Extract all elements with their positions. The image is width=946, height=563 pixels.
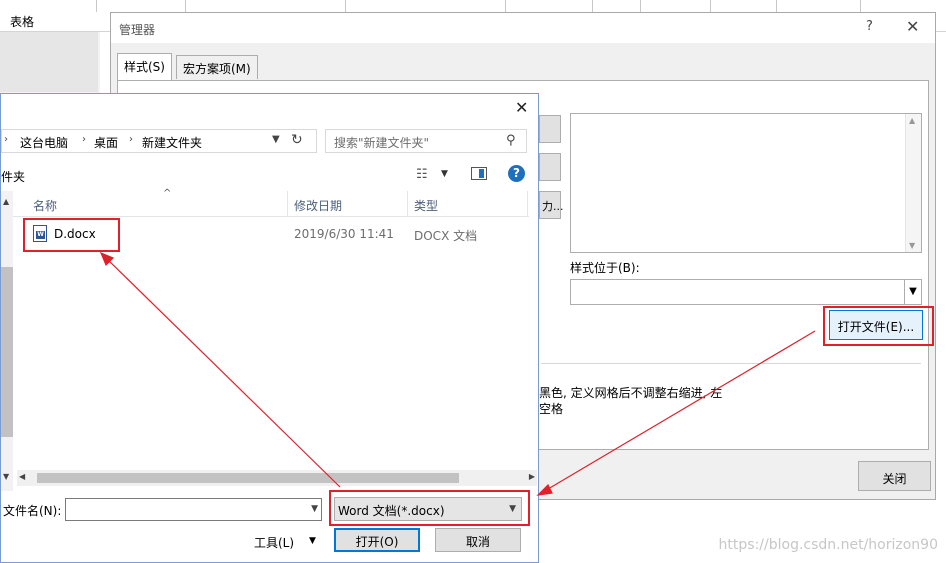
style-location-label: 样式位于(B): <box>570 261 640 275</box>
ribbon-separator <box>505 0 506 12</box>
ribbon-separator <box>860 0 861 12</box>
ribbon-separator <box>345 0 346 12</box>
chevron-right-icon[interactable]: › <box>129 134 133 145</box>
manager-side-button[interactable] <box>539 115 561 143</box>
manager-titlebar: 管理器 ? ✕ <box>111 13 935 43</box>
chevron-right-icon[interactable]: ▶ <box>529 472 535 481</box>
close-icon[interactable]: ✕ <box>906 17 919 36</box>
chevron-down-icon[interactable]: ▼ <box>441 169 448 179</box>
column-header-type[interactable]: 类型 <box>414 197 438 214</box>
style-list[interactable]: ▲ ▼ <box>570 113 922 253</box>
help-icon[interactable]: ? <box>508 165 525 182</box>
column-separator[interactable] <box>407 191 408 217</box>
manager-side-button[interactable] <box>539 153 561 181</box>
navigation-scroll-thumb[interactable] <box>1 267 13 437</box>
help-icon[interactable]: ? <box>866 19 873 34</box>
manager-divider <box>541 363 921 364</box>
view-mode-icon[interactable]: ☷ <box>416 167 428 182</box>
ribbon-separator <box>776 0 777 12</box>
file-type-highlight-box <box>329 490 530 526</box>
style-location-combo[interactable]: ▼ <box>570 279 922 305</box>
dialog-toolbar: 件夹 ☷ ▼ ? <box>1 161 538 191</box>
watermark-text: https://blog.csdn.net/horizon90 <box>718 537 938 553</box>
file-list-header: ^ 名称 修改日期 类型 <box>13 188 529 217</box>
breadcrumb-item[interactable]: 这台电脑 <box>20 134 68 151</box>
filename-label: 文件名(N): <box>3 504 62 518</box>
close-button[interactable]: 关闭 <box>858 461 931 491</box>
column-header-name[interactable]: 名称 <box>33 197 57 214</box>
chevron-right-icon[interactable]: › <box>4 134 8 145</box>
address-dropdown-icon[interactable]: ▼ <box>272 134 280 145</box>
table-tab-label[interactable]: 表格 <box>10 13 34 30</box>
open-file-highlight-box <box>823 306 934 346</box>
chevron-down-icon[interactable]: ▼ <box>311 504 318 514</box>
close-icon[interactable]: ✕ <box>515 98 528 117</box>
manager-side-button[interactable]: 力... <box>539 191 564 219</box>
file-highlight-box <box>23 218 120 252</box>
filename-input[interactable]: ▼ <box>65 498 322 521</box>
ribbon-separator <box>185 0 186 12</box>
file-list-vertical-scrollbar[interactable] <box>529 191 538 471</box>
chevron-left-icon[interactable]: ◀ <box>19 472 25 481</box>
cancel-button[interactable]: 取消 <box>435 528 521 552</box>
ribbon-separator <box>96 0 97 12</box>
tools-button[interactable]: 工具(L) <box>254 534 294 551</box>
search-placeholder: 搜索"新建文件夹" <box>334 136 430 150</box>
background-left-block <box>0 32 98 92</box>
chevron-down-icon[interactable]: ▼ <box>904 280 921 304</box>
chevron-down-icon[interactable]: ▼ <box>309 536 316 546</box>
search-icon[interactable]: ⚲ <box>506 133 516 148</box>
manager-title: 管理器 <box>119 23 156 37</box>
address-bar[interactable]: › 这台电脑 › 桌面 › 新建文件夹 <box>1 129 317 153</box>
preview-pane-icon[interactable] <box>471 167 487 180</box>
tab-macro-items[interactable]: 宏方案项(M) <box>176 55 258 79</box>
horizontal-scroll-thumb[interactable] <box>37 473 459 483</box>
column-separator[interactable] <box>287 191 288 217</box>
sort-caret-icon: ^ <box>163 188 172 199</box>
chevron-down-icon[interactable]: ▼ <box>3 472 9 481</box>
search-input[interactable]: 搜索"新建文件夹" ⚲ <box>325 129 527 153</box>
file-type-cell: DOCX 文档 <box>414 229 478 243</box>
horizontal-scrollbar[interactable]: ◀ ▶ <box>17 470 537 486</box>
chevron-up-icon[interactable]: ▲ <box>3 197 9 206</box>
new-folder-button[interactable]: 件夹 <box>1 168 25 185</box>
ribbon-separator <box>710 0 711 12</box>
breadcrumb-item[interactable]: 桌面 <box>94 134 118 151</box>
chevron-up-icon[interactable]: ▲ <box>909 116 915 125</box>
column-header-modified[interactable]: 修改日期 <box>294 197 342 214</box>
style-description-line: 黑色, 定义网格后不调整右缩进, 左 <box>539 386 723 400</box>
refresh-icon[interactable]: ↻ <box>291 132 303 148</box>
ribbon-separator <box>592 0 593 12</box>
column-separator[interactable] <box>527 191 528 217</box>
file-modified-cell: 2019/6/30 11:41 <box>294 227 394 241</box>
style-list-scrollbar[interactable]: ▲ ▼ <box>905 114 921 252</box>
open-button[interactable]: 打开(O) <box>334 528 420 552</box>
style-description-line: 空格 <box>539 402 564 416</box>
tab-styles[interactable]: 样式(S) <box>117 53 172 81</box>
breadcrumb-item[interactable]: 新建文件夹 <box>142 134 202 151</box>
chevron-down-icon[interactable]: ▼ <box>909 241 915 250</box>
ribbon-separator <box>640 0 641 12</box>
chevron-right-icon[interactable]: › <box>82 134 86 145</box>
open-file-dialog: ✕ › 这台电脑 › 桌面 › 新建文件夹 ▼ ↻ 搜索"新建文件夹" ⚲ 件夹… <box>0 93 539 563</box>
